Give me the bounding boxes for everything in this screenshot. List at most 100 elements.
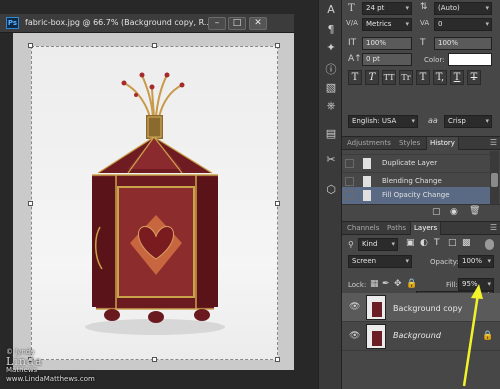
history-item[interactable]: Duplicate Layer: [342, 155, 490, 173]
close-button[interactable]: ✕: [249, 17, 267, 30]
tab-paths[interactable]: Paths: [384, 222, 409, 235]
histogram-panel-icon[interactable]: ▧: [323, 80, 339, 96]
panel-menu-icon[interactable]: ☰: [490, 223, 497, 232]
notes-panel-icon[interactable]: ▤: [323, 126, 339, 142]
lock-transparent-icon[interactable]: ▦: [370, 279, 379, 289]
history-snapshot-checkbox[interactable]: [345, 159, 354, 168]
lock-all-icon[interactable]: 🔒: [406, 279, 417, 289]
all-caps-button[interactable]: TT: [382, 70, 396, 85]
horizontal-scale-field[interactable]: 100%: [434, 37, 492, 50]
subscript-button[interactable]: T,: [433, 70, 447, 85]
tab-layers[interactable]: Layers: [410, 222, 442, 235]
layer-name[interactable]: Background copy: [393, 304, 462, 313]
canvas-pasteboard[interactable]: [13, 33, 294, 370]
font-size-field[interactable]: 24 pt: [362, 2, 412, 15]
layer-name[interactable]: Background: [393, 331, 441, 340]
history-scrollbar[interactable]: [490, 151, 499, 206]
maximize-button[interactable]: □: [228, 17, 246, 30]
anti-alias-dropdown[interactable]: Crisp: [444, 115, 492, 128]
text-color-swatch[interactable]: [448, 53, 492, 66]
watermark-line: Linda: [6, 355, 43, 368]
watermark-line: Mathews: [6, 366, 38, 374]
baseline-shift-field[interactable]: 0 pt: [362, 53, 412, 66]
transform-handle[interactable]: [152, 357, 157, 362]
history-item-label: Fill Opacity Change: [382, 191, 450, 199]
trash-icon[interactable]: 🗑: [469, 206, 480, 216]
small-caps-button[interactable]: Tr: [399, 70, 413, 85]
camera-icon[interactable]: ◉: [450, 207, 458, 217]
anti-alias-icon: aa: [428, 116, 438, 125]
info-panel-icon[interactable]: ⓘ: [323, 62, 339, 78]
image-canvas[interactable]: [31, 46, 278, 360]
history-snapshot-checkbox[interactable]: [345, 177, 354, 186]
new-document-from-state-icon[interactable]: ▢: [432, 207, 441, 217]
panel-icon-strip: A ¶ ✦ ⓘ ▧ ⎈ ▤ ✂ ⬡: [318, 0, 342, 389]
filter-search-icon: ⚲: [348, 240, 354, 249]
history-state-icon: [363, 176, 371, 187]
history-state-icon: [363, 158, 371, 169]
layer-filter-icons: ▣ ◐ T □ ▩: [404, 238, 480, 251]
history-item-selected[interactable]: Fill Opacity Change: [342, 187, 490, 205]
opacity-label: Opacity:: [430, 258, 459, 266]
color-label: Color:: [424, 56, 445, 64]
vertical-scale-field[interactable]: 100%: [362, 37, 412, 50]
tracking-field[interactable]: 0: [434, 18, 492, 31]
faux-bold-button[interactable]: T: [348, 70, 362, 85]
adjustment-filter-icon[interactable]: ◐: [420, 238, 428, 248]
tab-adjustments[interactable]: Adjustments: [344, 137, 394, 150]
tool-presets-icon[interactable]: ✂: [323, 152, 339, 168]
lock-label: Lock:: [348, 281, 367, 289]
eye-icon[interactable]: 👁: [349, 302, 360, 312]
annotation-arrow: [462, 284, 483, 387]
layer-filter-kind[interactable]: Kind: [358, 238, 398, 251]
tab-channels[interactable]: Channels: [344, 222, 382, 235]
panel-menu-icon[interactable]: ☰: [490, 138, 497, 147]
smart-object-filter-icon[interactable]: ▩: [462, 238, 471, 248]
baseline-shift-icon: A↑: [348, 54, 362, 64]
type-filter-icon[interactable]: T: [434, 238, 440, 248]
horizontal-scale-icon: T: [420, 38, 426, 48]
transform-handle[interactable]: [275, 43, 280, 48]
strikethrough-button[interactable]: T: [467, 70, 481, 85]
transform-handle[interactable]: [275, 357, 280, 362]
tracking-icon: VA: [420, 19, 430, 27]
underline-button[interactable]: T: [450, 70, 464, 85]
right-panel-dock: T 24 pt ⇅ (Auto) V/A Metrics VA 0 IT 100…: [342, 0, 500, 389]
shape-filter-icon[interactable]: □: [448, 238, 457, 248]
transform-handle[interactable]: [28, 201, 33, 206]
lock-brush-icon[interactable]: ✒: [382, 279, 390, 289]
clone-source-icon[interactable]: ⎈: [323, 98, 339, 114]
blend-mode-dropdown[interactable]: Screen: [348, 255, 412, 268]
superscript-button[interactable]: T: [416, 70, 430, 85]
faux-italic-button[interactable]: T: [365, 70, 379, 85]
tab-styles[interactable]: Styles: [396, 137, 423, 150]
paragraph-panel-icon[interactable]: ¶: [323, 22, 339, 38]
watermark-line: www.LindaMatthews.com: [6, 375, 95, 383]
character-panel-icon[interactable]: A: [323, 2, 339, 18]
transform-handle[interactable]: [28, 43, 33, 48]
history-snapshot-checkbox[interactable]: [345, 191, 354, 200]
pixel-layer-filter-icon[interactable]: ▣: [406, 238, 415, 248]
filter-toggle[interactable]: [485, 239, 494, 250]
kerning-field[interactable]: Metrics: [362, 18, 412, 31]
eye-icon[interactable]: 👁: [349, 331, 360, 341]
3d-panel-icon[interactable]: ⬡: [323, 182, 339, 198]
history-item-label: Duplicate Layer: [382, 159, 438, 167]
document-title-bar[interactable]: Ps fabric-box.jpg @ 66.7% (Background co…: [0, 14, 294, 33]
document-title: fabric-box.jpg @ 66.7% (Background copy,…: [25, 18, 212, 27]
leading-field[interactable]: (Auto): [434, 2, 492, 15]
type-style-buttons: T T TT Tr T T, T T: [348, 70, 498, 85]
minimize-button[interactable]: –: [208, 17, 226, 30]
lock-move-icon[interactable]: ✥: [394, 279, 402, 289]
leading-icon: ⇅: [420, 2, 428, 12]
tab-history[interactable]: History: [426, 137, 459, 150]
language-dropdown[interactable]: English: USA: [348, 115, 418, 128]
transform-handle[interactable]: [275, 201, 280, 206]
brush-panel-icon[interactable]: ✦: [323, 40, 339, 56]
history-item-label: Blending Change: [382, 177, 442, 185]
transform-handle[interactable]: [152, 43, 157, 48]
history-panel-tabs: Adjustments Styles History ☰: [342, 136, 500, 150]
scroll-thumb[interactable]: [491, 173, 498, 187]
font-size-icon: T: [348, 3, 355, 14]
opacity-field[interactable]: 100%: [458, 255, 494, 268]
